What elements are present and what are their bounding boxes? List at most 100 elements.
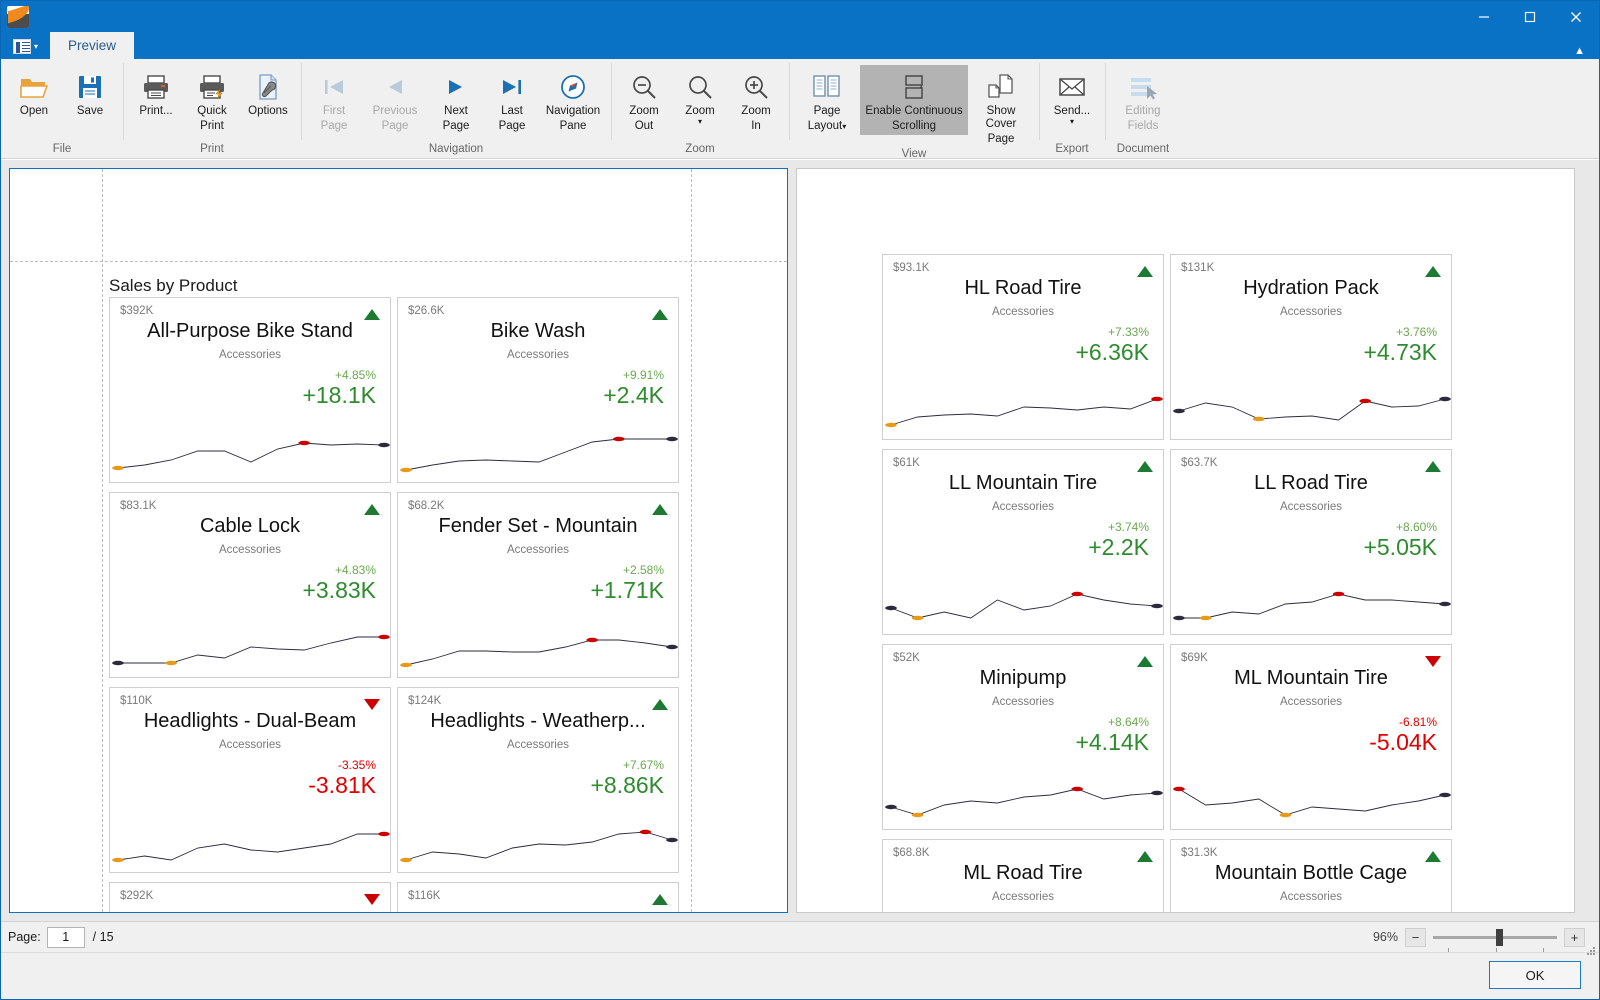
card-category: Accessories <box>406 544 670 556</box>
card-total: $26.6K <box>408 305 444 317</box>
card-sparkline <box>1179 387 1445 433</box>
editing-fields-icon <box>1128 70 1158 104</box>
zoom-out-button-status[interactable]: − <box>1405 928 1426 947</box>
chevron-down-icon[interactable]: ▾ <box>842 122 846 131</box>
zoom-in-button-status[interactable]: + <box>1564 928 1585 947</box>
open-button-label: Open <box>18 104 50 119</box>
close-icon[interactable] <box>1553 1 1599 32</box>
product-card[interactable]: $69KML Mountain TireAccessories-6.81%-5.… <box>1170 644 1452 830</box>
show-cover-page-button[interactable]: Show Cover Page <box>968 65 1034 148</box>
title-bar <box>1 1 1599 32</box>
card-delta-value: +3.83K <box>302 577 376 604</box>
card-total: $52K <box>893 652 920 664</box>
product-card[interactable]: $124KHeadlights - Weatherp...Accessories… <box>397 687 679 873</box>
ribbon-collapse-icon[interactable]: ▲ <box>1574 45 1585 57</box>
section-title: Sales by Product <box>109 276 238 296</box>
product-card[interactable]: $61KLL Mountain TireAccessories+3.74%+2.… <box>882 449 1164 635</box>
ribbon-group-print: Print... Quick Print <box>123 59 301 158</box>
navigation-pane-label-2: Pane <box>558 119 589 134</box>
open-button[interactable]: Open <box>6 65 62 135</box>
first-page-button[interactable]: First Page <box>306 65 362 135</box>
product-card[interactable]: $131KHydration PackAccessories+3.76%+4.7… <box>1170 254 1452 440</box>
print-options-button[interactable]: Options <box>240 65 296 135</box>
product-card[interactable]: $110KHeadlights - Dual-BeamAccessories-3… <box>109 687 391 873</box>
card-product-name: All-Purpose Bike Stand <box>118 320 382 343</box>
chevron-down-icon[interactable]: ▾ <box>1070 119 1074 125</box>
page-layout-button[interactable]: Page Layout▾ <box>794 65 860 135</box>
page-input[interactable]: 1 <box>47 927 85 948</box>
next-page-button[interactable]: Next Page <box>428 65 484 135</box>
ok-button[interactable]: OK <box>1489 961 1581 989</box>
last-page-button[interactable]: Last Page <box>484 65 540 135</box>
card-category: Accessories <box>891 696 1155 708</box>
ribbon-group-export-label: Export <box>1039 143 1105 158</box>
card-delta-value: +2.2K <box>1088 534 1149 561</box>
card-total: $61K <box>893 457 920 469</box>
ribbon-group-export: Send... ▾ Export <box>1039 59 1105 158</box>
card-category: Accessories <box>1179 891 1443 903</box>
card-delta-value: +6.36K <box>1075 339 1149 366</box>
trend-up-icon <box>364 504 380 515</box>
page-layout-label-2: Layout <box>808 120 843 132</box>
card-delta-value: -5.04K <box>1369 729 1437 756</box>
send-button[interactable]: Send... ▾ <box>1044 65 1100 135</box>
zoom-out-icon <box>630 70 658 104</box>
open-folder-icon <box>19 70 49 104</box>
card-category: Accessories <box>406 739 670 751</box>
ribbon-group-navigation: First Page Previous Page Next Page <box>301 59 611 158</box>
chevron-down-icon[interactable]: ▾ <box>34 42 38 51</box>
quick-access-toolbar[interactable]: ▾ <box>11 38 40 55</box>
previous-page-icon <box>383 70 407 104</box>
ribbon-tab-row: ▾ Preview ▲ <box>1 32 1599 59</box>
card-percent-change: +3.74% <box>1108 520 1149 534</box>
ribbon: Open Save File <box>1 59 1599 159</box>
page-label: Page: <box>8 930 41 944</box>
resize-grip[interactable] <box>1584 943 1596 955</box>
minimize-icon[interactable] <box>1461 1 1507 32</box>
product-card[interactable]: $52KMinipumpAccessories+8.64%+4.14K <box>882 644 1164 830</box>
preview-area[interactable]: Sales by Product $392K All-Purpose Bike S… <box>1 160 1599 921</box>
card-percent-change: +7.33% <box>1108 325 1149 339</box>
product-card[interactable]: $31.3KMountain Bottle CageAccessories <box>1170 839 1452 913</box>
zoom-in-button[interactable]: Zoom In <box>728 65 784 135</box>
product-card[interactable]: $392KAll-Purpose Bike StandAccessories+4… <box>109 297 391 483</box>
zoom-out-label-1: Zoom <box>627 104 660 119</box>
card-total: $63.7K <box>1181 457 1217 469</box>
maximize-icon[interactable] <box>1507 1 1553 32</box>
navigation-pane-button[interactable]: Navigation Pane <box>540 65 606 135</box>
zoom-icon <box>686 70 714 104</box>
last-page-label-2: Page <box>497 119 528 134</box>
card-total: $392K <box>120 305 153 317</box>
product-card[interactable]: $68.2KFender Set - MountainAccessories+2… <box>397 492 679 678</box>
zoom-dropdown-button[interactable]: Zoom ▾ <box>672 65 728 135</box>
previous-page-button[interactable]: Previous Page <box>362 65 428 135</box>
product-card[interactable]: $116K <box>397 882 679 913</box>
editing-fields-button[interactable]: Editing Fields <box>1110 65 1176 135</box>
quick-print-label-2: Print <box>198 119 226 134</box>
first-page-label-1: First <box>321 104 347 119</box>
product-card[interactable]: $68.8KML Road TireAccessories <box>882 839 1164 913</box>
product-card[interactable]: $63.7KLL Road TireAccessories+8.60%+5.05… <box>1170 449 1452 635</box>
quick-print-button[interactable]: Quick Print <box>184 65 240 135</box>
zoom-slider[interactable] <box>1433 928 1557 947</box>
product-card[interactable]: $93.1KHL Road TireAccessories+7.33%+6.36… <box>882 254 1164 440</box>
card-product-name: Hydration Pack <box>1179 277 1443 300</box>
card-sparkline <box>406 430 672 476</box>
product-card[interactable]: $26.6KBike WashAccessories+9.91%+2.4K <box>397 297 679 483</box>
zoom-slider-thumb[interactable] <box>1496 929 1503 946</box>
product-card[interactable]: $83.1KCable LockAccessories+4.83%+3.83K <box>109 492 391 678</box>
chevron-down-icon[interactable]: ▾ <box>698 119 702 125</box>
card-delta-value: -3.81K <box>308 772 376 799</box>
product-card[interactable]: $292K <box>109 882 391 913</box>
enable-continuous-scrolling-button[interactable]: Enable Continuous Scrolling <box>860 65 968 135</box>
trend-up-icon <box>1137 656 1153 667</box>
save-button[interactable]: Save <box>62 65 118 135</box>
report-page-2[interactable]: $93.1KHL Road TireAccessories+7.33%+6.36… <box>796 168 1575 913</box>
card-category: Accessories <box>891 891 1155 903</box>
print-button[interactable]: Print... <box>128 65 184 135</box>
tab-preview[interactable]: Preview <box>50 32 134 59</box>
card-sparkline <box>891 582 1157 628</box>
zoom-out-button[interactable]: Zoom Out <box>616 65 672 135</box>
card-sparkline <box>118 625 384 671</box>
report-page-1[interactable]: Sales by Product $392K All-Purpose Bike S… <box>9 168 788 913</box>
